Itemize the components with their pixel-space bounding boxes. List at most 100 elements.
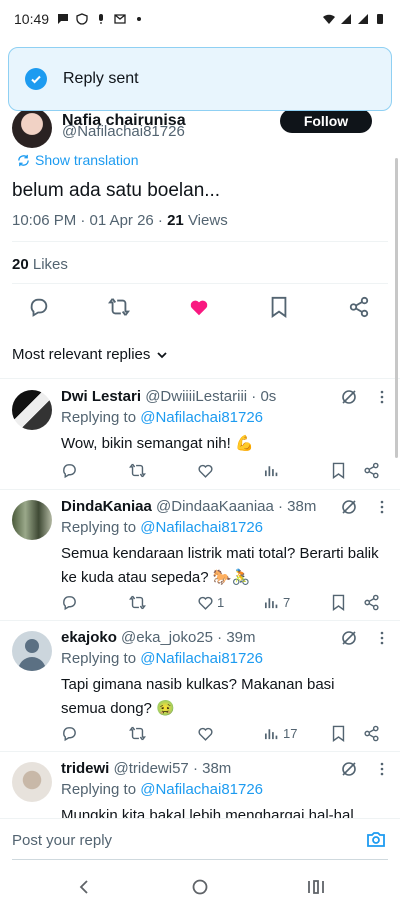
reply-text: Semua kendaraan listrik mati total? Bera… [61, 545, 379, 586]
more-icon[interactable] [380, 500, 384, 514]
mention-link[interactable]: @Nafilachai81726 [140, 409, 263, 426]
avatar[interactable] [12, 390, 52, 430]
like-count: 1 [217, 594, 225, 610]
replying-prefix: Replying to [61, 650, 141, 667]
reply-actions: 1 7 [0, 592, 400, 612]
divider [0, 378, 400, 379]
avatar[interactable] [12, 631, 52, 671]
camera-icon[interactable] [366, 829, 386, 849]
reply-icon[interactable] [61, 723, 78, 743]
share-icon[interactable] [348, 296, 370, 318]
reply-author-name[interactable]: Dwi Lestari [61, 388, 141, 405]
replying-prefix: Replying to [61, 519, 141, 536]
replying-to: Replying to @Nafilachai81726 [61, 519, 263, 536]
default-avatar-icon [18, 639, 46, 671]
bookmark-icon[interactable] [330, 592, 347, 612]
heart-icon[interactable] [188, 296, 210, 318]
reply-item[interactable]: DindaKaniaa @DindaaKaaniaa · 38m Replyin… [0, 490, 400, 618]
tweet-meta: 10:06 PM · 01 Apr 26 · 21 Views [12, 212, 228, 229]
views-icon[interactable]: 7 [263, 592, 290, 612]
view-count: 7 [283, 594, 291, 610]
reply-author-handle[interactable]: @tridewi57 · 38m [114, 760, 232, 777]
reply-item[interactable]: ekajoko @eka_joko25 · 39m Replying to @N… [0, 621, 400, 749]
share-icon[interactable] [363, 592, 380, 612]
retweet-icon[interactable] [129, 592, 146, 612]
bookmark-icon[interactable] [330, 723, 347, 743]
reply-actions [0, 460, 400, 480]
composer-underline [12, 859, 388, 860]
more-icon[interactable] [380, 762, 384, 776]
replying-to: Replying to @Nafilachai81726 [61, 781, 263, 798]
views-count: 21 [167, 212, 184, 229]
home-icon[interactable] [191, 878, 209, 896]
show-translation-link[interactable]: Show translation [17, 152, 139, 168]
grok-icon[interactable] [340, 629, 358, 647]
reply-item[interactable]: Dwi Lestari @DwiiiiLestariii · 0s Replyi… [0, 380, 400, 488]
replies-sort-label: Most relevant replies [12, 346, 151, 363]
grok-icon[interactable] [340, 388, 358, 406]
reply-author-handle[interactable]: @DindaaKaaniaa · 38m [156, 498, 316, 515]
toast-text: Reply sent [63, 70, 139, 87]
reply-input[interactable]: Post your reply [12, 832, 112, 849]
reply-author-name[interactable]: tridewi [61, 760, 109, 777]
tweet-actions [0, 296, 400, 322]
likes-count: 20 [12, 256, 29, 273]
views-icon[interactable] [263, 460, 283, 480]
reply-icon[interactable] [61, 592, 78, 612]
recents-icon[interactable] [306, 878, 324, 896]
reply-header: DindaKaniaa @DindaaKaaniaa · 38m [61, 498, 316, 515]
retweet-icon[interactable] [129, 723, 146, 743]
reply-author-name[interactable]: DindaKaniaa [61, 498, 152, 515]
mention-link[interactable]: @Nafilachai81726 [140, 519, 263, 536]
notification-icons [57, 13, 145, 25]
heart-icon[interactable]: 1 [197, 592, 224, 612]
mention-link[interactable]: @Nafilachai81726 [140, 781, 263, 798]
system-icons [323, 13, 386, 25]
reply-item[interactable]: tridewi @tridewi57 · 38m Replying to @Na… [0, 752, 400, 818]
heart-icon[interactable] [197, 723, 217, 743]
reply-icon[interactable] [28, 296, 50, 318]
signal-icon-2 [358, 14, 368, 24]
more-icon[interactable] [380, 631, 384, 645]
reply-text: Wow, bikin semangat nih! 💪 [61, 435, 254, 452]
divider [12, 283, 388, 284]
mention-link[interactable]: @Nafilachai81726 [140, 650, 263, 667]
divider [12, 241, 388, 242]
retweet-icon[interactable] [108, 296, 130, 318]
grok-icon[interactable] [340, 498, 358, 516]
replying-to: Replying to @Nafilachai81726 [61, 650, 263, 667]
author-handle[interactable]: @Nafilachai81726 [62, 123, 185, 140]
likes-row[interactable]: 20 Likes [12, 256, 68, 273]
more-icon[interactable] [380, 390, 384, 404]
grok-icon[interactable] [340, 760, 358, 778]
reply-author-handle[interactable]: @eka_joko25 · 39m [121, 629, 255, 646]
chevron-down-icon [157, 351, 168, 358]
author-avatar[interactable] [12, 108, 52, 148]
retweet-icon[interactable] [129, 460, 146, 480]
share-icon[interactable] [363, 723, 380, 743]
views-icon[interactable]: 17 [263, 723, 297, 743]
reply-author-name[interactable]: ekajoko [61, 629, 117, 646]
scrollbar[interactable] [395, 158, 398, 458]
tweet-timestamp: 10:06 PM · 01 Apr 26 · [12, 212, 168, 229]
reply-icon[interactable] [61, 460, 78, 480]
show-translation-label: Show translation [35, 152, 139, 168]
follow-button[interactable]: Follow [280, 109, 372, 133]
avatar[interactable] [12, 762, 52, 802]
replies-sort-dropdown[interactable]: Most relevant replies [12, 346, 168, 363]
reply-author-handle[interactable]: @DwiiiiLestariii · 0s [145, 388, 276, 405]
heart-icon[interactable] [197, 460, 217, 480]
reply-composer: Post your reply [0, 818, 400, 860]
views-label: Views [183, 212, 228, 229]
back-icon[interactable] [76, 878, 94, 896]
bookmark-icon[interactable] [330, 460, 347, 480]
bookmark-icon[interactable] [268, 296, 290, 318]
reply-text: Tapi gimana nasib kulkas? Makanan basi s… [61, 676, 335, 717]
gmail-icon [114, 14, 126, 24]
replying-prefix: Replying to [61, 409, 141, 426]
avatar[interactable] [12, 500, 52, 540]
view-count: 17 [283, 725, 298, 741]
reply-header: Dwi Lestari @DwiiiiLestariii · 0s [61, 388, 276, 405]
replying-prefix: Replying to [61, 781, 141, 798]
share-icon[interactable] [363, 460, 380, 480]
